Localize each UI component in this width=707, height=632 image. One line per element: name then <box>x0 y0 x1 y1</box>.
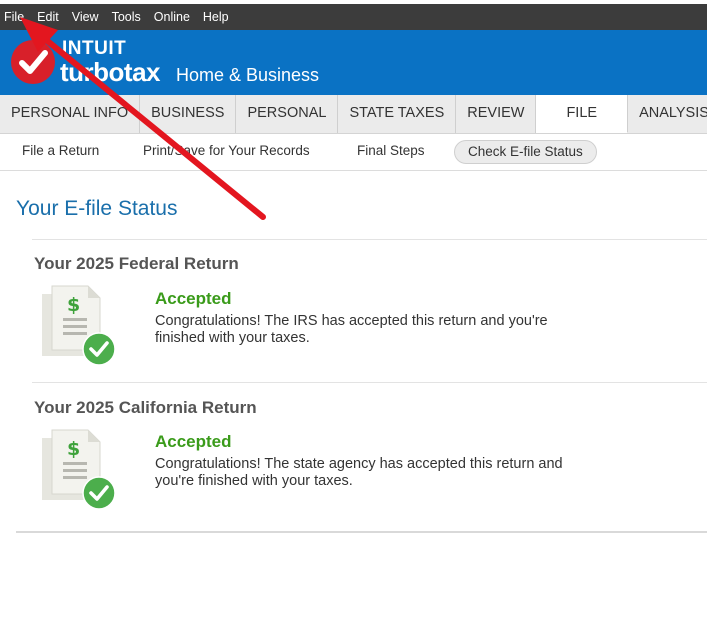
section-divider <box>32 239 707 240</box>
tab-personal[interactable]: PERSONAL <box>236 95 339 133</box>
main-tabs: PERSONAL INFO BUSINESS PERSONAL STATE TA… <box>0 95 707 134</box>
sub-navigation: File a Return Print/Save for Your Record… <box>0 134 707 171</box>
menu-edit[interactable]: Edit <box>33 4 66 30</box>
document-dollar-icon: $ <box>40 428 118 510</box>
brand-product: turbotax <box>60 57 161 87</box>
menu-file[interactable]: File <box>0 4 31 30</box>
menu-tools[interactable]: Tools <box>108 4 148 30</box>
page-title: Your E-file Status <box>16 197 178 220</box>
green-check-icon <box>82 332 116 366</box>
turbotax-logo-checkmark-icon <box>11 40 55 84</box>
california-status-message: Congratulations! The state agency has ac… <box>155 456 563 489</box>
green-check-icon <box>82 476 116 510</box>
tab-analysis-advice[interactable]: ANALYSIS & ADVICE <box>628 95 707 133</box>
menu-view[interactable]: View <box>68 4 106 30</box>
brand-banner: INTUIT turbotax Home & Business <box>0 30 707 95</box>
subnav-final-steps[interactable]: Final Steps <box>357 142 425 160</box>
menu-help[interactable]: Help <box>199 4 236 30</box>
subnav-file-a-return[interactable]: File a Return <box>22 142 99 160</box>
document-dollar-icon: $ <box>40 284 118 366</box>
svg-text:$: $ <box>67 438 80 460</box>
subnav-check-efile-status[interactable]: Check E-file Status <box>454 140 597 164</box>
menu-bar: File Edit View Tools Online Help <box>0 4 707 30</box>
federal-status-message: Congratulations! The IRS has accepted th… <box>155 313 548 346</box>
federal-return-title: Your 2025 Federal Return <box>34 254 239 273</box>
content-bottom-divider <box>16 531 707 533</box>
subnav-print-save[interactable]: Print/Save for Your Records <box>143 142 310 160</box>
svg-text:$: $ <box>67 294 80 316</box>
california-status-accepted: Accepted <box>155 432 232 451</box>
section-divider <box>32 382 707 383</box>
california-return-title: Your 2025 California Return <box>34 398 257 417</box>
tab-state-taxes[interactable]: STATE TAXES <box>338 95 457 133</box>
tab-file[interactable]: FILE <box>536 95 629 133</box>
tab-personal-info[interactable]: PERSONAL INFO <box>0 95 141 133</box>
federal-status-accepted: Accepted <box>155 289 232 308</box>
menu-online[interactable]: Online <box>150 4 197 30</box>
brand-edition: Home & Business <box>176 65 320 85</box>
tab-business[interactable]: BUSINESS <box>140 95 237 133</box>
tab-review[interactable]: REVIEW <box>456 95 537 133</box>
